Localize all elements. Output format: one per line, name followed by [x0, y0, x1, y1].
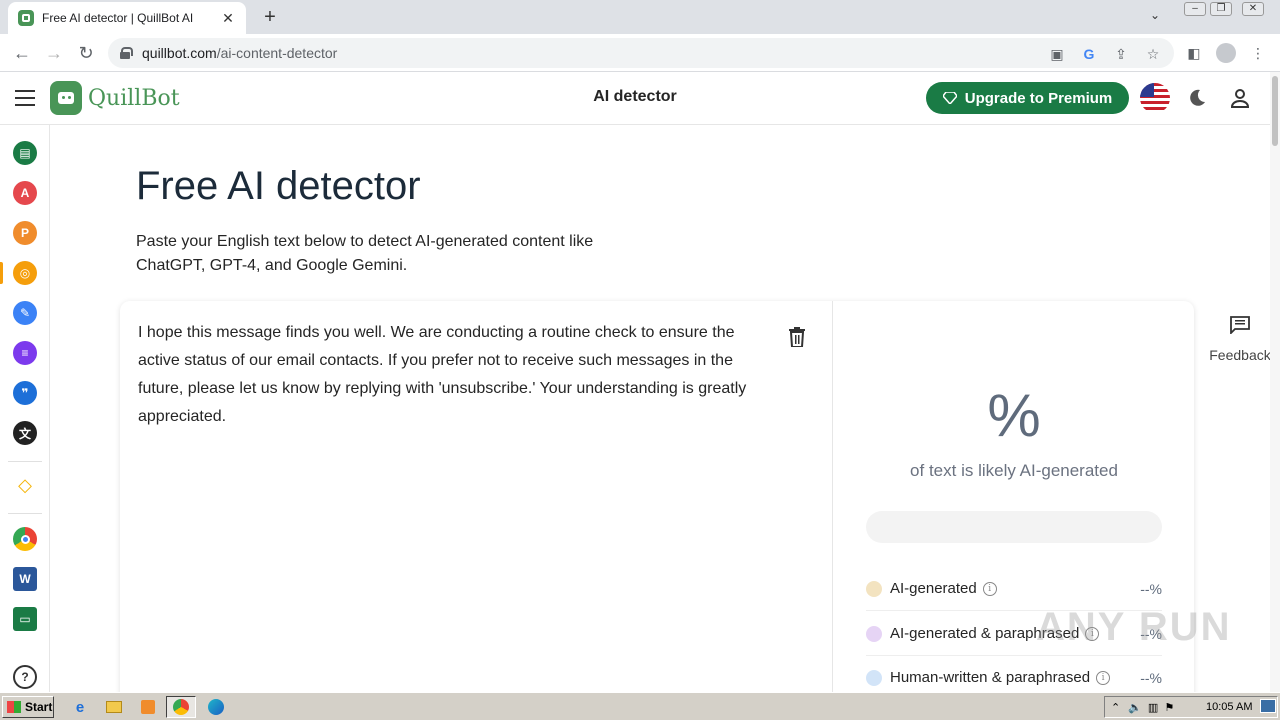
active-indicator — [0, 262, 3, 284]
google-translate-icon[interactable]: G — [1080, 45, 1098, 63]
quillbot-favicon-icon — [18, 10, 34, 26]
ai-paraphrased-dot — [866, 625, 882, 642]
start-button[interactable]: Start — [2, 696, 54, 718]
media-player-icon[interactable] — [136, 696, 160, 718]
clipboard-icon[interactable]: ▣ — [1048, 45, 1066, 63]
diamond-icon — [942, 92, 957, 104]
tab-close-icon[interactable]: ✕ — [220, 10, 236, 27]
trash-icon[interactable] — [788, 327, 806, 347]
help-icon[interactable]: ? — [13, 665, 37, 689]
upgrade-label: Upgrade to Premium — [964, 89, 1113, 107]
minimize-button[interactable]: – — [1184, 2, 1206, 16]
window-close-button[interactable]: ✕ — [1242, 2, 1264, 16]
browser-tab[interactable]: Free AI detector | QuillBot AI ✕ — [8, 2, 246, 34]
category-label: AI-generated — [890, 580, 977, 597]
feedback-button[interactable]: Feedback — [1204, 316, 1276, 363]
input-text[interactable]: I hope this message finds you well. We a… — [138, 319, 768, 431]
feedback-label: Feedback — [1209, 347, 1271, 363]
flag-icon[interactable]: ⚑ — [1164, 701, 1174, 714]
quillbot-logo[interactable]: QuillBot — [50, 81, 180, 115]
category-label: Human-written & paraphrased — [890, 669, 1091, 686]
bookmark-star-icon[interactable]: ☆ — [1144, 45, 1162, 63]
start-label: Start — [25, 700, 53, 714]
browser-tab-strip: Free AI detector | QuillBot AI ✕ + ⌄ – ❐… — [0, 0, 1280, 34]
back-arrow-icon[interactable]: ← — [10, 41, 34, 65]
header-title: AI detector — [593, 88, 677, 105]
dark-mode-moon-icon[interactable] — [1186, 87, 1208, 109]
browser-menu-icon[interactable]: ⋮ — [1248, 43, 1268, 63]
us-flag-language-icon[interactable] — [1140, 83, 1170, 113]
screen: Free AI detector | QuillBot AI ✕ + ⌄ – ❐… — [0, 0, 1280, 720]
chrome-extension-icon[interactable] — [13, 527, 37, 551]
folder-icon[interactable] — [102, 696, 126, 718]
clock: 10:05 AM — [1206, 701, 1253, 713]
grammar-checker-icon[interactable]: A — [13, 181, 37, 205]
volume-icon[interactable]: 🔈 — [1128, 701, 1142, 714]
ie-icon[interactable]: e — [68, 696, 92, 718]
result-bar — [866, 511, 1162, 543]
page-subtitle: Paste your English text below to detect … — [136, 233, 594, 274]
results-panel: % of text is likely AI-generated AI-gene… — [834, 301, 1194, 720]
side-panel-icon[interactable]: ◧ — [1184, 43, 1204, 63]
category-value: --% — [1140, 580, 1162, 597]
account-user-icon[interactable] — [1228, 86, 1252, 110]
new-tab-button[interactable]: + — [258, 6, 282, 28]
chrome-taskbar-icon[interactable] — [166, 696, 196, 718]
desktop-app-icon[interactable]: ▭ — [13, 607, 37, 631]
citation-generator-icon[interactable]: ❞ — [13, 381, 37, 405]
info-icon[interactable]: i — [1096, 670, 1111, 685]
share-icon[interactable]: ⇪ — [1112, 45, 1130, 63]
reload-icon[interactable]: ↻ — [74, 41, 98, 65]
hamburger-menu-icon[interactable] — [15, 90, 35, 106]
windows-taskbar: Start e ⌃ 🔈 ▥ ⚑ 10:05 AM — [0, 692, 1280, 720]
feedback-comment-icon — [1230, 316, 1250, 336]
scroll-thumb[interactable] — [1272, 76, 1278, 146]
paraphraser-icon[interactable]: ▤ — [13, 141, 37, 165]
detector-card: I hope this message finds you well. We a… — [120, 301, 1194, 720]
quillbot-logo-icon — [50, 81, 82, 115]
tab-title: Free AI detector | QuillBot AI — [42, 11, 194, 25]
profile-avatar-icon[interactable] — [1216, 43, 1236, 63]
rail-divider — [8, 461, 42, 462]
word-extension-icon[interactable]: W — [13, 567, 37, 591]
tools-sidebar: ▤ A P ◎ ✎ ≡ ❞ 文 ◇ W ▭ ? — [0, 125, 50, 692]
ai-humanizer-icon[interactable]: ✎ — [13, 301, 37, 325]
info-icon[interactable]: i — [982, 581, 997, 596]
browser-toolbar: ← → ↻ quillbot.com/ai-content-detector ▣… — [0, 34, 1280, 72]
page-scrollbar[interactable] — [1270, 72, 1280, 692]
ai-percentage: % — [987, 382, 1041, 449]
upgrade-premium-button[interactable]: Upgrade to Premium — [926, 82, 1129, 114]
premium-diamond-icon[interactable]: ◇ — [13, 473, 37, 497]
url-text: quillbot.com/ai-content-detector — [142, 45, 338, 61]
lock-icon — [120, 47, 133, 59]
page-title: Free AI detector — [136, 164, 421, 208]
logo-text: QuillBot — [88, 85, 180, 111]
ai-detector-icon[interactable]: ◎ — [13, 261, 37, 285]
plagiarism-checker-icon[interactable]: P — [13, 221, 37, 245]
ai-generated-dot — [866, 580, 882, 597]
forward-arrow-icon[interactable]: → — [42, 41, 66, 65]
tab-search-icon[interactable]: ⌄ — [1150, 8, 1160, 22]
network-icon[interactable]: ▥ — [1148, 701, 1158, 714]
category-value: --% — [1140, 669, 1162, 686]
summarizer-icon[interactable]: ≡ — [13, 341, 37, 365]
address-bar[interactable]: quillbot.com/ai-content-detector ▣ G ⇪ ☆ — [108, 38, 1174, 68]
tray-expand-icon[interactable]: ⌃ — [1111, 701, 1120, 714]
human-paraphrased-dot — [866, 669, 882, 686]
site-header: QuillBot AI detector Upgrade to Premium — [0, 72, 1270, 125]
translator-icon[interactable]: 文 — [13, 421, 37, 445]
text-input-area[interactable]: I hope this message finds you well. We a… — [120, 301, 833, 720]
edge-icon[interactable] — [204, 696, 228, 718]
result-caption: of text is likely AI-generated — [910, 461, 1118, 480]
show-desktop-icon[interactable] — [1260, 699, 1276, 713]
anyrun-watermark: ANY RUN — [1036, 605, 1232, 649]
rail-divider — [8, 513, 42, 514]
restore-button[interactable]: ❐ — [1210, 2, 1232, 16]
windows-logo-icon — [7, 701, 21, 713]
